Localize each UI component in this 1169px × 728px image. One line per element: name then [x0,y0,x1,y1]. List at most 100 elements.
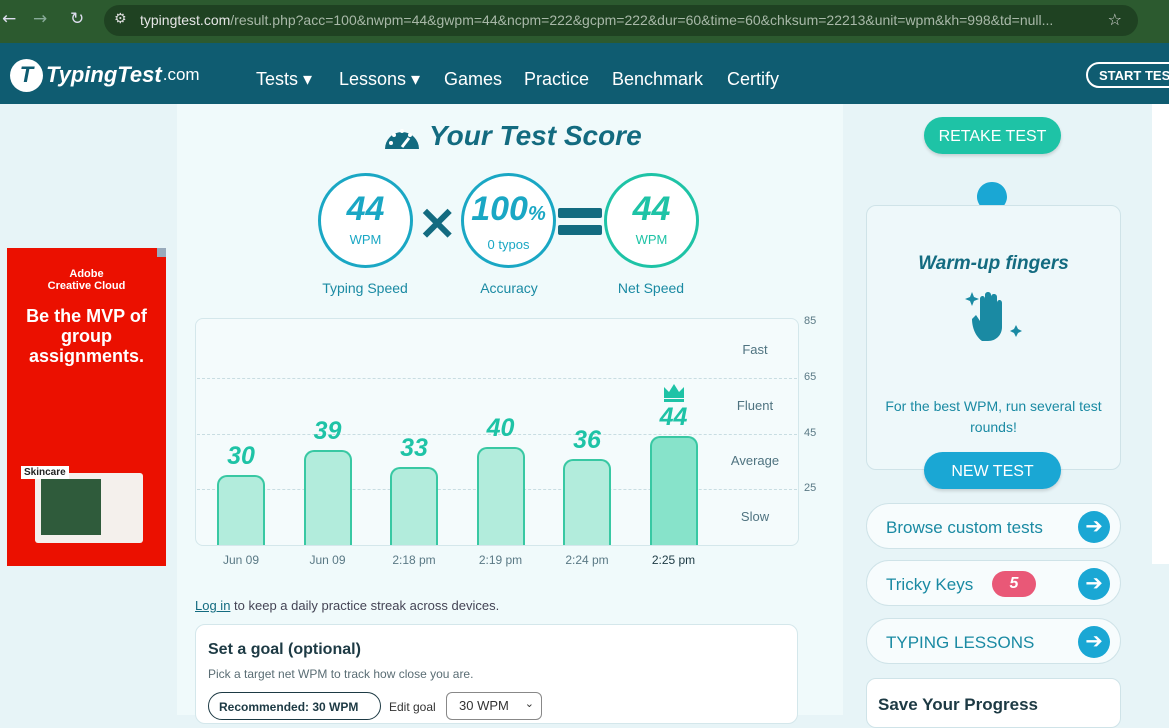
x-tick-label: 2:25 pm [651,553,696,567]
reload-icon[interactable]: ↻ [70,9,84,29]
typing-lessons-link[interactable]: TYPING LESSONS ➔ [866,618,1121,664]
nav-practice[interactable]: Practice [524,69,589,90]
nav-games[interactable]: Games [444,69,502,90]
arrow-right-icon: ➔ [1078,568,1110,600]
browser-toolbar: ← → ↻ ⚙ typingtest.com/result.php?acc=10… [0,0,1169,43]
bookmark-star-icon[interactable]: ☆ [1108,10,1122,29]
goal-select-value: 30 WPM [459,698,509,713]
x-tick-label: 2:19 pm [478,553,523,567]
warmup-card: Warm-up fingers For the best WPM, run se… [866,205,1121,470]
hand-sparkle-icon [965,292,1022,341]
typing-speed-value: 44 [346,190,385,228]
nav-lessons[interactable]: Lessons ▾ [339,69,420,90]
net-speed-label: Net Speed [617,280,685,296]
chart-bar[interactable] [649,436,698,545]
y-tick-label: 25 [804,482,817,495]
ad-brand: Adobe Creative Cloud [47,268,126,292]
accuracy-value: 100 [471,190,528,228]
net-speed-value: 44 [632,190,671,228]
login-link[interactable]: Log in [195,598,230,613]
address-bar[interactable]: ⚙ typingtest.com/result.php?acc=100&nwpm… [104,5,1138,36]
back-icon[interactable]: ← [2,9,16,29]
ad-choices-icon[interactable] [157,248,166,257]
chart-bar[interactable] [217,475,265,545]
x-tick-label: Jun 09 [222,553,260,567]
score-title: Your Test Score [429,120,642,151]
edit-goal-label: Edit goal [389,700,436,714]
accuracy-percent: % [527,203,546,225]
login-prompt-text: to keep a daily practice streak across d… [230,598,500,613]
crown-icon [663,384,684,403]
forward-icon[interactable]: → [33,9,47,29]
url-path: /result.php?acc=100&nwpm=44&gwpm=44&ncpm… [230,12,1054,28]
typing-speed-circle: 44 WPM [318,173,413,268]
site-info-icon[interactable]: ⚙ [114,11,127,27]
bar-value-label: 33 [400,433,428,462]
chevron-down-icon: ⌄ [524,697,534,710]
accuracy-circle: 100% 0 typos [461,173,556,268]
x-tick-label: Jun 09 [309,553,346,567]
y-tick-label: 45 [804,426,817,439]
nav-benchmark[interactable]: Benchmark [612,69,703,90]
net-speed-unit: WPM [635,232,668,247]
warmup-text: For the best WPM, run several test round… [885,398,1102,435]
browse-custom-tests-label: Browse custom tests [886,518,1043,537]
x-tick-label: 2:24 pm [565,553,609,567]
arrow-right-icon: ➔ [1078,626,1110,658]
ad-tag: Skincare [21,466,69,479]
warmup-title: Warm-up fingers [918,253,1069,274]
recommended-goal-button[interactable]: Recommended: 30 WPM [208,692,381,720]
bar-value-label: 39 [313,417,342,446]
accuracy-label: Accuracy [480,280,538,296]
multiply-icon: ✕ [418,198,457,250]
tricky-keys-badge: 5 [992,571,1036,597]
nav-tests[interactable]: Tests ▾ [256,69,312,90]
start-test-button[interactable]: START TEST [1086,62,1169,88]
page-edge [1152,104,1169,564]
tricky-keys-label: Tricky Keys [886,575,974,594]
y-tick-label: 85 [804,315,817,327]
y-tick-label: 65 [804,370,817,383]
logo-icon: T [10,58,43,92]
chart-bar[interactable] [303,450,352,545]
url-host: typingtest.com [140,12,231,28]
chart-bar[interactable] [476,447,525,545]
browse-custom-tests-link[interactable]: Browse custom tests ➔ [866,503,1121,549]
advertisement[interactable]: Adobe Creative Cloud Be the MVP of group… [7,248,166,566]
typing-speed-label: Typing Speed [322,280,408,296]
login-prompt: Log in to keep a daily practice streak a… [195,598,499,613]
bar-value-label: 36 [573,425,601,454]
bar-value-label: 40 [486,414,515,443]
goal-title: Set a goal (optional) [208,641,361,658]
net-speed-circle: 44 WPM [604,173,699,268]
logo-text: TypingTest [46,62,162,87]
bar-value-label: 44 [659,403,688,432]
accuracy-typos: 0 typos [487,237,530,252]
retake-test-button[interactable]: RETAKE TEST [924,117,1061,154]
ad-laptop-image [35,473,143,543]
new-test-button[interactable]: NEW TEST [924,452,1061,489]
logo-suffix: .com [162,65,200,84]
arrow-right-icon: ➔ [1078,511,1110,543]
equals-icon [558,208,602,235]
site-header: T TypingTest .com Tests ▾ Lessons ▾ Game… [0,43,1169,104]
chart-bar[interactable] [563,458,611,545]
speed-band-label: Fluent [736,397,774,413]
nav-certify[interactable]: Certify [727,69,779,90]
save-progress-card: Save Your Progress [866,678,1121,728]
tricky-keys-link[interactable]: Tricky Keys 5 ➔ [866,560,1121,606]
score-header: Your Test Score [383,120,642,152]
save-progress-title: Save Your Progress [878,695,1039,714]
x-tick-label: 2:18 pm [392,553,436,567]
goal-card: Set a goal (optional) Pick a target net … [195,624,798,724]
typing-lessons-label: TYPING LESSONS [886,633,1035,652]
url-text[interactable]: typingtest.com/result.php?acc=100&nwpm=4… [140,12,1090,28]
site-logo[interactable]: T TypingTest .com [10,58,200,92]
chart-gridline [197,377,797,379]
speed-band-label: Slow [740,509,770,525]
chart-bar[interactable] [390,466,438,545]
goal-select[interactable]: 30 WPM ⌄ [446,692,542,720]
typing-speed-unit: WPM [349,232,382,247]
speed-band-label: Fast [742,341,768,357]
bar-value-label: 30 [227,442,255,471]
